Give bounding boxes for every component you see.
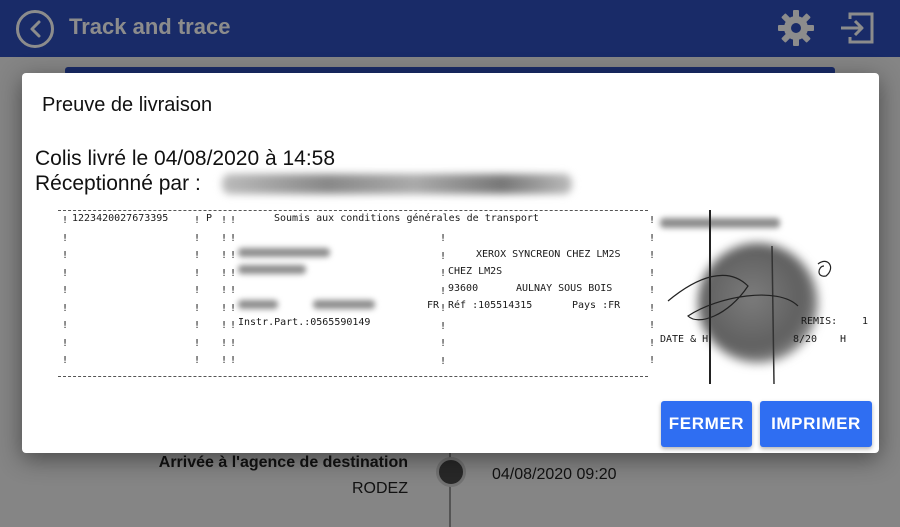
scan-recipient-c-o: CHEZ LM2S: [448, 266, 503, 277]
scan-border: !!!!!!!!: [440, 233, 447, 367]
scan-reference: Réf :105514315: [448, 300, 533, 311]
scan-border: !!!!!!!!!: [221, 215, 228, 366]
proof-of-delivery-dialog: Preuve de livraison Colis livré le 04/08…: [22, 73, 879, 453]
scan-tracking-number: 1223420027673395: [72, 213, 169, 224]
scan-date-label: DATE & H: [660, 334, 709, 345]
dialog-title: Preuve de livraison: [42, 94, 213, 116]
scan-date-value: 8/20: [793, 334, 818, 345]
scan-country: Pays :FR: [572, 300, 621, 311]
scan-recipient-zip: 93600: [448, 283, 479, 294]
scan-rule: [58, 376, 648, 377]
scan-recipient-city: AULNAY SOUS BOIS: [516, 283, 613, 294]
scan-border: !!!!!!!!!: [62, 215, 69, 366]
print-button[interactable]: IMPRIMER: [760, 401, 872, 447]
scan-conditions: Soumis aux conditions générales de trans…: [274, 213, 539, 224]
close-button[interactable]: FERMER: [661, 401, 752, 447]
delivery-receipt-scan: !!!!!!!!! !!!!!!!!! !!!!!!!!! !!!!!!!!! …: [58, 206, 870, 386]
scan-border: !!!!!!!!!: [230, 215, 237, 366]
scan-remis-label: REMIS:: [801, 316, 838, 327]
redacted-text: [313, 300, 375, 309]
scan-hour-label: H: [840, 334, 847, 345]
signature-scribble: [667, 210, 832, 385]
scan-code: P: [206, 213, 213, 224]
scan-remis-value: 1: [862, 316, 869, 327]
scan-border: !!!!!!!!!: [194, 215, 201, 366]
redacted-text: [238, 265, 306, 274]
scan-border: !!!!!!!!!: [649, 215, 656, 366]
scan-sender-country: FR: [427, 300, 440, 311]
delivered-line: Colis livré le 04/08/2020 à 14:58: [35, 147, 336, 170]
redacted-name: [222, 174, 572, 194]
scan-rule: [58, 210, 648, 211]
received-by-label: Réceptionné par :: [35, 172, 201, 195]
redacted-text: [238, 300, 278, 309]
scan-instructions: Instr.Part.:0565590149: [238, 317, 371, 328]
scan-recipient-name: XEROX SYNCREON CHEZ LM2S: [476, 249, 621, 260]
redacted-text: [238, 248, 330, 257]
